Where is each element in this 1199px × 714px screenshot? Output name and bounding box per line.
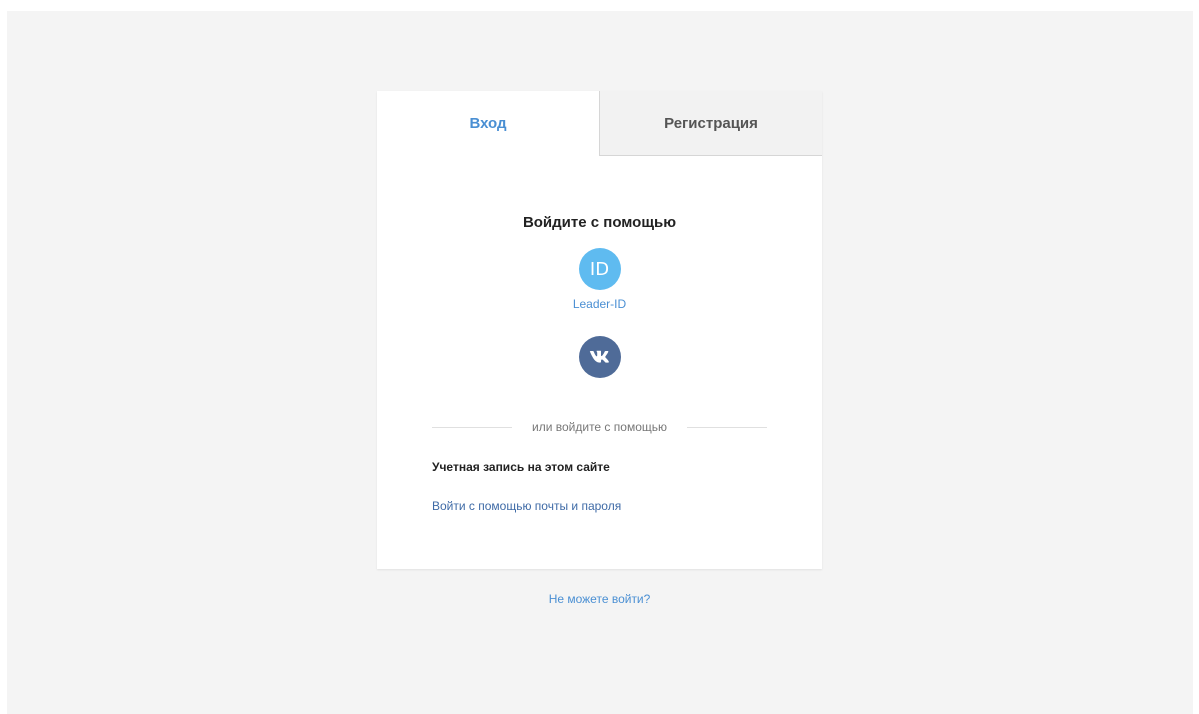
auth-card: Вход Регистрация Войдите с помощью ID Le… <box>377 91 822 569</box>
leader-id-icon: ID <box>589 258 610 280</box>
login-heading: Войдите с помощью <box>522 214 677 231</box>
cant-login-link[interactable]: Не можете войти? <box>377 592 822 606</box>
email-password-login-link[interactable]: Войти с помощью почты и пароля <box>432 499 621 513</box>
provider-leader-id: ID Leader-ID <box>377 248 822 311</box>
tab-register[interactable]: Регистрация <box>599 91 822 156</box>
divider-line-right <box>687 426 767 428</box>
auth-tabs: Вход Регистрация <box>377 91 822 156</box>
tab-register-label: Регистрация <box>664 114 758 132</box>
leader-id-button[interactable]: ID <box>578 248 621 290</box>
vk-button[interactable] <box>578 336 621 378</box>
divider-text: или войдите с помощью <box>532 420 667 434</box>
tab-login[interactable]: Вход <box>377 91 599 156</box>
tab-login-label: Вход <box>469 115 507 132</box>
provider-vk <box>377 336 822 378</box>
alt-login-divider: или войдите с помощью <box>432 419 767 435</box>
leader-id-label[interactable]: Leader-ID <box>573 297 626 311</box>
site-account-title: Учетная запись на этом сайте <box>432 460 610 474</box>
vk-icon <box>589 350 609 363</box>
divider-line-left <box>432 426 512 428</box>
